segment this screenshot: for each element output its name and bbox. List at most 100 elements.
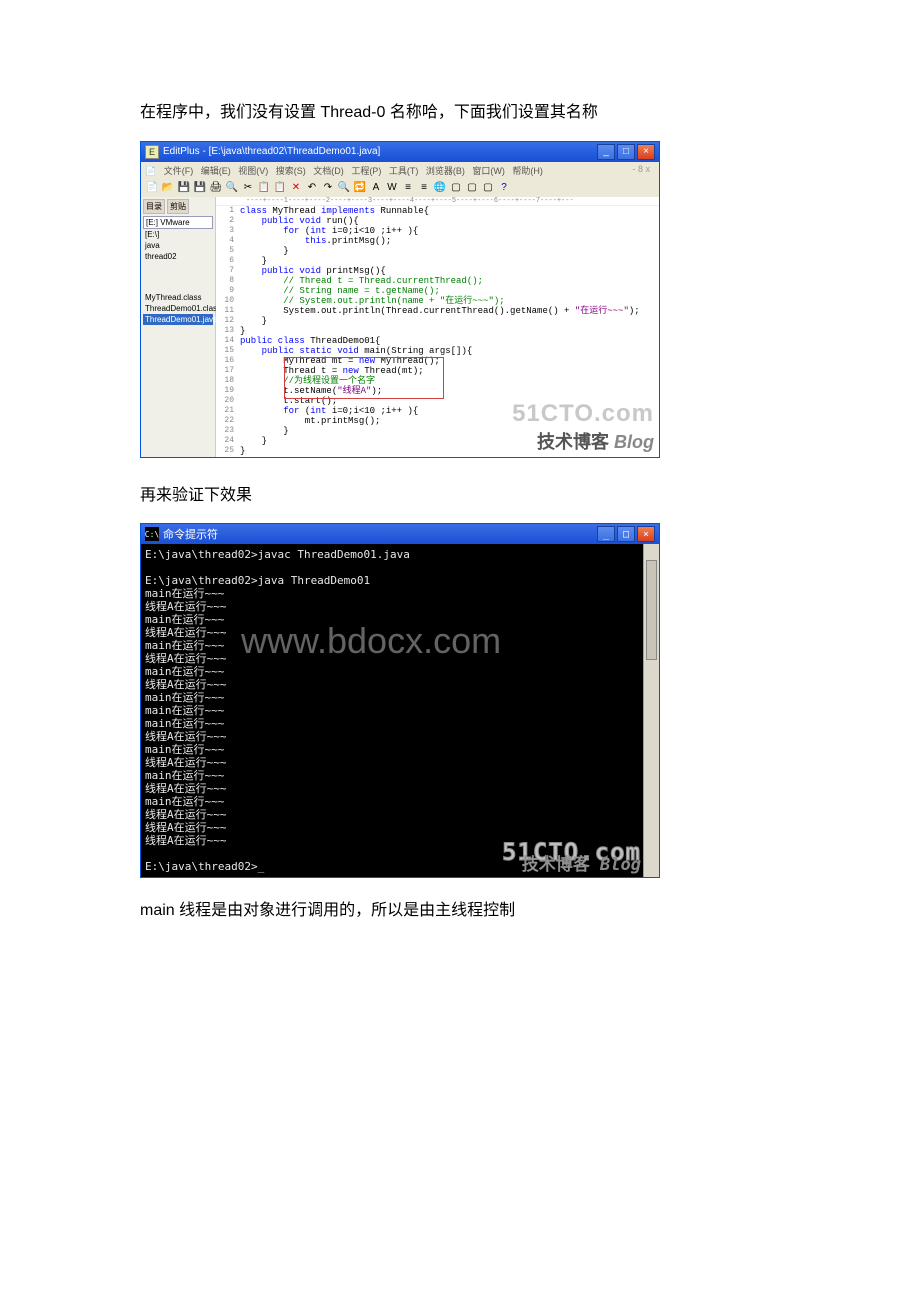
code-line[interactable]: 13} — [216, 326, 659, 336]
cut-icon[interactable]: ✂ — [241, 181, 255, 195]
code-text: } — [240, 256, 267, 266]
menu-item[interactable]: 视图(V) — [238, 166, 268, 176]
folder-thread02[interactable]: thread02 — [143, 251, 213, 262]
code-line[interactable]: 17 Thread t = new Thread(mt); — [216, 366, 659, 376]
console-body[interactable]: E:\java\thread02>javac ThreadDemo01.java… — [141, 544, 659, 877]
code-line[interactable]: 7 public void printMsg(){ — [216, 266, 659, 276]
menu-item[interactable]: 编辑(E) — [201, 166, 231, 176]
copy-icon[interactable]: 📋 — [257, 181, 271, 195]
code-text: Thread t = new Thread(mt); — [240, 366, 424, 376]
paragraph-2: 再来验证下效果 — [140, 483, 780, 509]
code-line[interactable]: 9 // String name = t.getName(); — [216, 286, 659, 296]
console-titlebar[interactable]: C:\ 命令提示符 _ □ × — [141, 524, 659, 544]
find-icon[interactable]: 🔍 — [337, 181, 351, 195]
editor-titlebar[interactable]: E EditPlus - [E:\java\thread02\ThreadDem… — [141, 142, 659, 162]
line-number: 12 — [216, 316, 240, 326]
minimize-button[interactable]: _ — [597, 144, 615, 160]
line-number: 19 — [216, 386, 240, 396]
t2-icon[interactable]: W — [385, 181, 399, 195]
code-text: public class ThreadDemo01{ — [240, 336, 380, 346]
menu-item[interactable]: 工具(T) — [389, 166, 419, 176]
code-line[interactable]: 10 // System.out.println(name + "在运行~~~"… — [216, 296, 659, 306]
code-line[interactable]: 6 } — [216, 256, 659, 266]
code-line[interactable]: 19 t.setName("线程A"); — [216, 386, 659, 396]
console-maximize-button[interactable]: □ — [617, 526, 635, 542]
saveall-icon[interactable]: 💾 — [193, 181, 207, 195]
code-text: } — [240, 316, 267, 326]
mdi-controls[interactable]: - 8 x — [632, 164, 650, 174]
cmd-icon: C:\ — [145, 527, 159, 541]
folder-java[interactable]: java — [143, 240, 213, 251]
browser-icon[interactable]: 🌐 — [433, 181, 447, 195]
help-icon[interactable]: ? — [497, 181, 511, 195]
code-line[interactable]: 2 public void run(){ — [216, 216, 659, 226]
code-line[interactable]: 3 for (int i=0;i<10 ;i++ ){ — [216, 226, 659, 236]
app-icon: E — [145, 145, 159, 159]
delete-icon[interactable]: ✕ — [289, 181, 303, 195]
code-area[interactable]: ----+----1----+----2----+----3----+----4… — [216, 197, 659, 457]
code-line[interactable]: 18 //为线程设置一个名字 — [216, 376, 659, 386]
scrollbar[interactable] — [643, 544, 659, 877]
watermark-logo: 51CTO.com — [512, 400, 654, 428]
t3-icon[interactable]: ≡ — [401, 181, 415, 195]
code-line[interactable]: 1class MyThread implements Runnable{ — [216, 206, 659, 216]
t4-icon[interactable]: ≡ — [417, 181, 431, 195]
watermark-sub: 技术博客 — [537, 432, 609, 452]
code-text: // Thread t = Thread.currentThread(); — [240, 276, 483, 286]
line-number: 9 — [216, 286, 240, 296]
menu-item[interactable]: 工程(P) — [351, 166, 381, 176]
undo-icon[interactable]: ↶ — [305, 181, 319, 195]
paste-icon[interactable]: 📋 — [273, 181, 287, 195]
save-icon[interactable]: 💾 — [177, 181, 191, 195]
redo-icon[interactable]: ↷ — [321, 181, 335, 195]
console-watermark: 51CTO.com 技术博客 Blog — [502, 846, 641, 872]
t1-icon[interactable]: A — [369, 181, 383, 195]
menu-item[interactable]: 窗口(W) — [472, 166, 505, 176]
code-line[interactable]: 11 System.out.println(Thread.currentThre… — [216, 306, 659, 316]
file-item[interactable]: MyThread.class — [143, 292, 213, 303]
code-line[interactable]: 8 // Thread t = Thread.currentThread(); — [216, 276, 659, 286]
code-line[interactable]: 5 } — [216, 246, 659, 256]
menu-item[interactable]: 搜索(S) — [276, 166, 306, 176]
code-line[interactable]: 15 public static void main(String args[]… — [216, 346, 659, 356]
code-text: for (int i=0;i<10 ;i++ ){ — [240, 226, 418, 236]
preview-icon[interactable]: 🔍 — [225, 181, 239, 195]
file-item[interactable]: ThreadDemo01.class — [143, 303, 213, 314]
tab-dir[interactable]: 目录 — [143, 199, 165, 214]
code-line[interactable]: 14public class ThreadDemo01{ — [216, 336, 659, 346]
replace-icon[interactable]: 🔁 — [353, 181, 367, 195]
console-close-button[interactable]: × — [637, 526, 655, 542]
open-icon[interactable]: 📂 — [161, 181, 175, 195]
paragraph-1: 在程序中，我们没有设置 Thread-0 名称哈，下面我们设置其名称 — [140, 100, 780, 126]
drive-select[interactable]: [E:] VMware — [143, 216, 213, 229]
close-button[interactable]: × — [637, 144, 655, 160]
code-text: //为线程设置一个名字 — [240, 376, 375, 386]
t5-icon[interactable]: ▢ — [449, 181, 463, 195]
line-number: 16 — [216, 356, 240, 366]
code-line[interactable]: 12 } — [216, 316, 659, 326]
tab-clip[interactable]: 剪贴 — [167, 199, 189, 214]
folder-root[interactable]: [E:\] — [143, 229, 213, 240]
print-icon[interactable]: 🖨 — [209, 181, 223, 195]
line-number: 14 — [216, 336, 240, 346]
t6-icon[interactable]: ▢ — [465, 181, 479, 195]
line-number: 1 — [216, 206, 240, 216]
menu-item[interactable]: 文件(F) — [164, 166, 194, 176]
watermark-blog: Blog — [600, 855, 641, 875]
code-text: class MyThread implements Runnable{ — [240, 206, 429, 216]
console-minimize-button[interactable]: _ — [597, 526, 615, 542]
menu-item[interactable]: 文档(D) — [313, 166, 344, 176]
t7-icon[interactable]: ▢ — [481, 181, 495, 195]
code-text: public void run(){ — [240, 216, 359, 226]
console-output: E:\java\thread02>javac ThreadDemo01.java… — [145, 548, 655, 873]
code-line[interactable]: 4 this.printMsg(); — [216, 236, 659, 246]
code-line[interactable]: 16 MyThread mt = new MyThread(); — [216, 356, 659, 366]
code-text: } — [240, 326, 245, 336]
menu-item[interactable]: 帮助(H) — [512, 166, 543, 176]
menu-item[interactable]: 浏览器(B) — [426, 166, 465, 176]
file-item-selected[interactable]: ThreadDemo01.java — [143, 314, 213, 325]
code-text: // System.out.println(name + "在运行~~~"); — [240, 296, 505, 306]
code-text: MyThread mt = new MyThread(); — [240, 356, 440, 366]
new-icon[interactable]: 📄 — [145, 181, 159, 195]
maximize-button[interactable]: □ — [617, 144, 635, 160]
